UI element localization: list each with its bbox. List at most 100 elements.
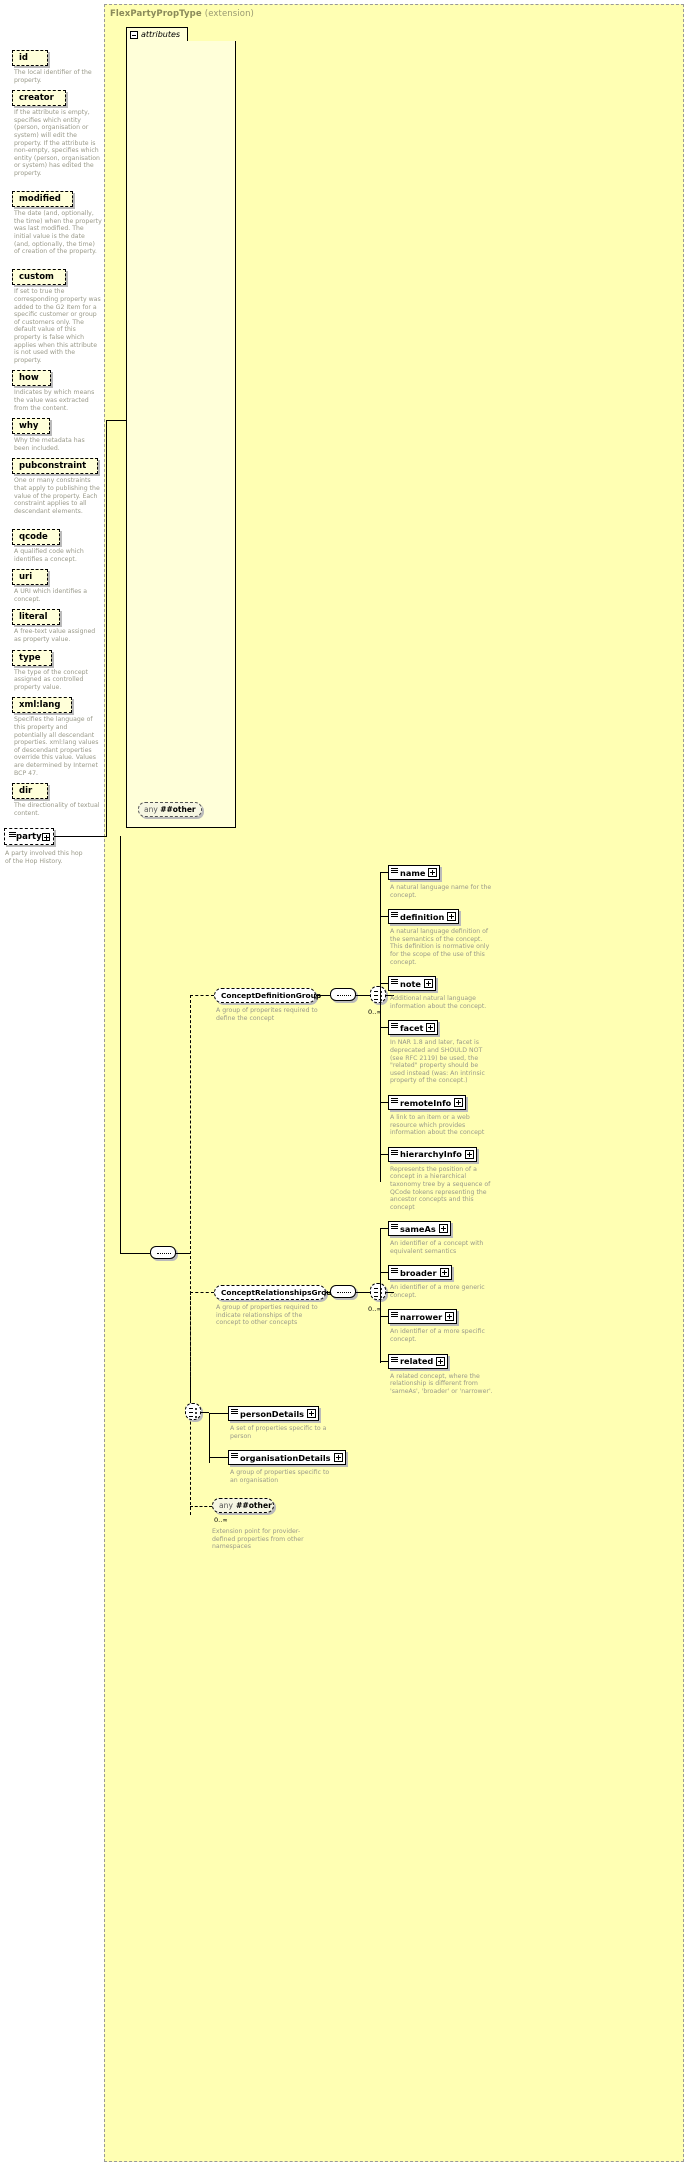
element-icon — [8, 830, 17, 844]
attribute-name[interactable]: literal — [12, 609, 60, 626]
schema-diagram-canvas: FlexPartyPropType (extension) attributes… — [0, 0, 688, 2170]
expand-plus-icon[interactable] — [438, 1224, 448, 1233]
attribute-qcode: qcode A qualified code which identifies a… — [0, 524, 110, 563]
attribute-name[interactable]: type — [12, 649, 53, 666]
expand-plus-icon[interactable] — [42, 833, 50, 841]
attribute-description: If the attribute is empty, specifies whi… — [14, 109, 100, 177]
node-organisationdetails[interactable]: organisationDetails — [228, 1450, 346, 1466]
sequence-compositor[interactable] — [330, 1285, 356, 1298]
sequence-compositor[interactable] — [330, 988, 356, 1001]
expand-plus-icon[interactable] — [436, 1356, 446, 1366]
choice-icon — [189, 1407, 199, 1418]
collapse-minus-icon[interactable] — [130, 31, 138, 39]
element-icon — [230, 1407, 239, 1421]
attribute-name[interactable]: custom — [12, 269, 66, 286]
attribute-name[interactable]: dir — [12, 783, 48, 800]
connector — [106, 420, 107, 837]
attribute-name[interactable]: why — [12, 418, 51, 435]
connector — [54, 836, 106, 837]
expand-plus-icon[interactable] — [445, 1312, 455, 1322]
attribute-creator: creator If the attribute is empty, specif… — [0, 85, 110, 177]
node-party-label: party — [16, 832, 42, 842]
connector — [190, 1292, 214, 1293]
choice-compositor[interactable] — [370, 1283, 386, 1300]
node-conceptdefinitiongroup[interactable]: ConceptDefinitionGroup — [214, 988, 321, 1003]
attribute-pubconstraint: pubconstraint One or many constraints tha… — [0, 453, 110, 515]
attribute-description: If set to true the corresponding propert… — [14, 288, 101, 364]
node-description: A link to an item or a web resource whic… — [390, 1114, 485, 1137]
sequence-compositor[interactable] — [150, 1246, 176, 1259]
node-conceptdefinitiongroup-description: A group of properites required to define… — [216, 1007, 318, 1022]
node-conceptrelationshipsgroup-description: A group of properties required to indica… — [216, 1304, 318, 1327]
expand-plus-icon[interactable] — [423, 979, 433, 989]
attribute-name[interactable]: how — [12, 370, 51, 387]
attribute-name[interactable]: uri — [12, 569, 48, 586]
node-narrower[interactable]: narrower — [388, 1309, 458, 1325]
expand-plus-icon[interactable] — [447, 912, 457, 922]
node-broader[interactable]: broader — [388, 1265, 452, 1281]
node-conceptrelationshipsgroup[interactable]: ConceptRelationshipsGroup — [214, 1285, 337, 1300]
extension-kind: (extension) — [204, 9, 254, 19]
attribute-uri: uri A URI which identifies a concept. — [0, 564, 110, 603]
extension-type-name: FlexPartyPropType — [110, 9, 202, 19]
choice-compositor[interactable] — [185, 1403, 201, 1420]
element-icon — [390, 1021, 399, 1035]
expand-plus-icon[interactable] — [439, 1268, 449, 1278]
node-description: A natural language definition of the sem… — [390, 928, 490, 966]
connector — [201, 1412, 209, 1413]
node-extension-any[interactable]: any ##other — [212, 1498, 274, 1513]
connector — [380, 916, 388, 918]
connector — [176, 1253, 190, 1254]
attribute-description: The type of the concept assigned as cont… — [14, 668, 88, 691]
node-description: A related concept, where the relationshi… — [390, 1372, 493, 1395]
node-party-description: A party involved this hop of the Hop His… — [5, 850, 83, 865]
node-remoteinfo[interactable]: remoteInfo — [388, 1095, 467, 1110]
expand-plus-icon[interactable] — [428, 868, 438, 877]
node-description: An identifier of a concept with equivale… — [390, 1240, 484, 1255]
node-hierarchyinfo[interactable]: hierarchyInfo — [388, 1146, 477, 1162]
attribute-name[interactable]: creator — [12, 90, 66, 107]
element-icon — [390, 1096, 399, 1110]
expand-plus-icon[interactable] — [454, 1098, 464, 1107]
expand-plus-icon[interactable] — [307, 1409, 317, 1418]
node-label: organisationDetails — [240, 1452, 331, 1463]
expand-plus-icon[interactable] — [333, 1453, 343, 1463]
node-name[interactable]: name — [388, 865, 441, 880]
attributes-label: attributes — [141, 30, 181, 39]
connector — [380, 1102, 388, 1103]
attribute-name[interactable]: modified — [12, 191, 73, 208]
expand-plus-icon[interactable] — [464, 1149, 474, 1159]
connector — [380, 872, 388, 873]
attributes-body — [126, 41, 236, 828]
attribute-custom: custom If set to true the corresponding p… — [0, 264, 110, 364]
attribute-description: Why the metadata has been included. — [14, 437, 85, 452]
node-facet[interactable]: facet — [388, 1020, 439, 1036]
node-sameas[interactable]: sameAs — [388, 1221, 451, 1236]
attribute-id: id The local identifier of the property. — [0, 45, 110, 84]
node-label: personDetails — [240, 1408, 305, 1419]
expand-plus-icon[interactable] — [426, 1023, 436, 1033]
occurs-indicator: 0..∞ — [214, 1516, 228, 1524]
attribute-name[interactable]: xml:lang — [12, 697, 73, 714]
attribute-name[interactable]: id — [12, 50, 48, 66]
node-description: Represents the position of a concept in … — [390, 1165, 491, 1211]
node-related[interactable]: related — [388, 1353, 449, 1369]
node-note[interactable]: note — [388, 976, 436, 992]
node-persondetails[interactable]: personDetails — [228, 1406, 320, 1421]
node-description: A set of properties specific to a person — [230, 1425, 327, 1440]
element-icon — [390, 1222, 399, 1236]
element-icon — [390, 1148, 399, 1162]
attributes-any-other[interactable]: any ##other — [138, 802, 202, 817]
connector — [190, 1292, 191, 1412]
connector — [106, 420, 126, 421]
attribute-name[interactable]: qcode — [12, 529, 60, 545]
connector — [380, 1272, 388, 1274]
attributes-header[interactable]: attributes — [126, 27, 188, 42]
attribute-description: A qualified code which identifies a conc… — [14, 548, 84, 563]
choice-compositor[interactable] — [370, 986, 386, 1003]
attribute-name[interactable]: pubconstraint — [12, 458, 99, 475]
any-label: any — [144, 805, 158, 814]
node-definition[interactable]: definition — [388, 909, 460, 925]
node-description: A natural language name for the concept. — [390, 884, 492, 899]
node-conceptdefinitiongroup-label: ConceptDefinitionGroup — [221, 991, 322, 1000]
